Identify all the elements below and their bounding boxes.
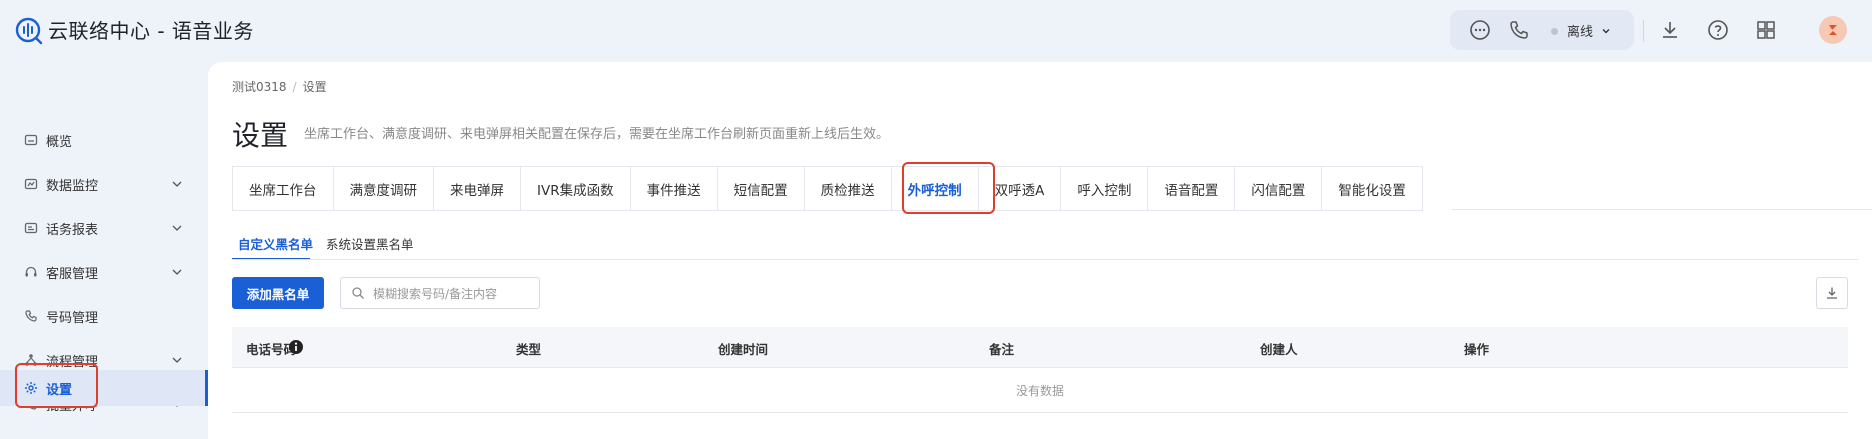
add-blacklist-button[interactable]: 添加黑名单 [232, 277, 324, 309]
status-indicator [1551, 28, 1558, 35]
sidebar-item-label: 话务报表 [46, 223, 99, 238]
phone-icon [25, 310, 37, 322]
tab-incoming-popup[interactable]: 来电弹屏 [434, 167, 521, 210]
tab-flash-sms-config[interactable]: 闪信配置 [1235, 167, 1323, 210]
sidebar-item-data-monitor[interactable]: 数据监控 [0, 166, 208, 202]
sidebar-item-label: 号码管理 [46, 311, 99, 326]
sidebar-item-number-mgmt[interactable]: 号码管理 [0, 298, 208, 334]
tab-event-push[interactable]: 事件推送 [631, 167, 718, 210]
sidebar-item-agent-mgmt[interactable]: 客服管理 [0, 254, 208, 290]
tab-inbound-control[interactable]: 呼入控制 [1061, 167, 1149, 210]
sidebar-item-label: 概览 [46, 135, 73, 150]
tab-ivr-functions[interactable]: IVR集成函数 [521, 167, 631, 210]
sidebar-item-overview[interactable]: 概览 [0, 122, 208, 158]
highlight-box-outbound-control [902, 162, 995, 214]
app-logo-icon [15, 17, 43, 45]
tab-agent-workbench[interactable]: 坐席工作台 [233, 167, 334, 210]
headset-icon [25, 266, 37, 277]
search-box [340, 277, 540, 309]
tab-qc-push[interactable]: 质检推送 [805, 167, 892, 210]
tabbar-divider [1452, 209, 1872, 210]
overview-icon [24, 134, 38, 146]
sidebar-item-label: 数据监控 [46, 179, 99, 194]
tab-voice-config[interactable]: 语音配置 [1148, 167, 1236, 210]
avatar-icon [1829, 25, 1837, 35]
tab-sms-config[interactable]: 短信配置 [718, 167, 805, 210]
empty-text: 没有数据 [1015, 384, 1064, 398]
column-header-remark: 备注 [989, 342, 1015, 357]
agent-status-dropdown[interactable]: 离线 [1567, 21, 1611, 40]
avatar[interactable] [1819, 16, 1847, 44]
agent-status-label: 离线 [1567, 25, 1594, 40]
chevron-down-icon [172, 181, 182, 187]
header-divider [1643, 20, 1644, 42]
column-header-created-time: 创建时间 [718, 342, 769, 357]
table-header: 电话号码 类型 创建时间 备注 创建人 操作 [232, 327, 1848, 368]
download-icon[interactable] [1658, 18, 1682, 42]
search-input[interactable] [371, 283, 535, 305]
column-header-type: 类型 [516, 342, 542, 357]
breadcrumb-item-project[interactable]: 测试0318 [232, 80, 287, 94]
highlight-box-settings [15, 363, 98, 408]
report-icon [24, 222, 38, 234]
page-title: 设置 [232, 119, 289, 152]
top-header: 云联络中心 - 语音业务 离线 [0, 0, 1872, 60]
page-description: 坐席工作台、满意度调研、来电弹屏相关配置在保存后，需要在坐席工作台刷新页面重新上… [304, 127, 890, 142]
chevron-down-icon [172, 357, 182, 363]
sidebar-item-report[interactable]: 话务报表 [0, 210, 208, 246]
chat-icon[interactable] [1468, 18, 1492, 42]
app-title: 云联络中心 - 语音业务 [48, 19, 254, 43]
grid-icon[interactable] [1754, 18, 1778, 42]
info-icon[interactable] [288, 339, 304, 355]
chevron-down-icon [172, 269, 182, 275]
chevron-down-icon [172, 225, 182, 231]
settings-tabs: 坐席工作台 满意度调研 来电弹屏 IVR集成函数 事件推送 短信配置 质检推送 … [232, 166, 1423, 211]
subtab-custom-blacklist[interactable]: 自定义黑名单 [238, 234, 313, 253]
subtabs-divider [232, 259, 1858, 260]
breadcrumb-separator: / [292, 80, 297, 94]
help-icon[interactable] [1706, 18, 1730, 42]
phone-icon[interactable] [1507, 18, 1531, 42]
download-icon [1827, 287, 1837, 299]
monitor-icon [24, 178, 38, 190]
search-icon [352, 287, 364, 299]
sidebar-item-label: 客服管理 [46, 267, 99, 282]
export-button[interactable] [1816, 277, 1848, 309]
chevron-down-icon [1602, 29, 1610, 34]
breadcrumb-item-current: 设置 [302, 80, 327, 94]
subtab-system-blacklist[interactable]: 系统设置黑名单 [326, 234, 414, 253]
main-content: 测试0318 / 设置 设置 坐席工作台、满意度调研、来电弹屏相关配置在保存后，需要… [208, 62, 1872, 439]
breadcrumb: 测试0318 / 设置 [232, 78, 327, 95]
column-header-actions: 操作 [1464, 342, 1490, 357]
table-empty-state: 没有数据 [232, 368, 1848, 413]
column-header-creator: 创建人 [1260, 342, 1298, 357]
tab-smart-settings[interactable]: 智能化设置 [1322, 167, 1423, 210]
tab-satisfaction-survey[interactable]: 满意度调研 [334, 167, 434, 210]
